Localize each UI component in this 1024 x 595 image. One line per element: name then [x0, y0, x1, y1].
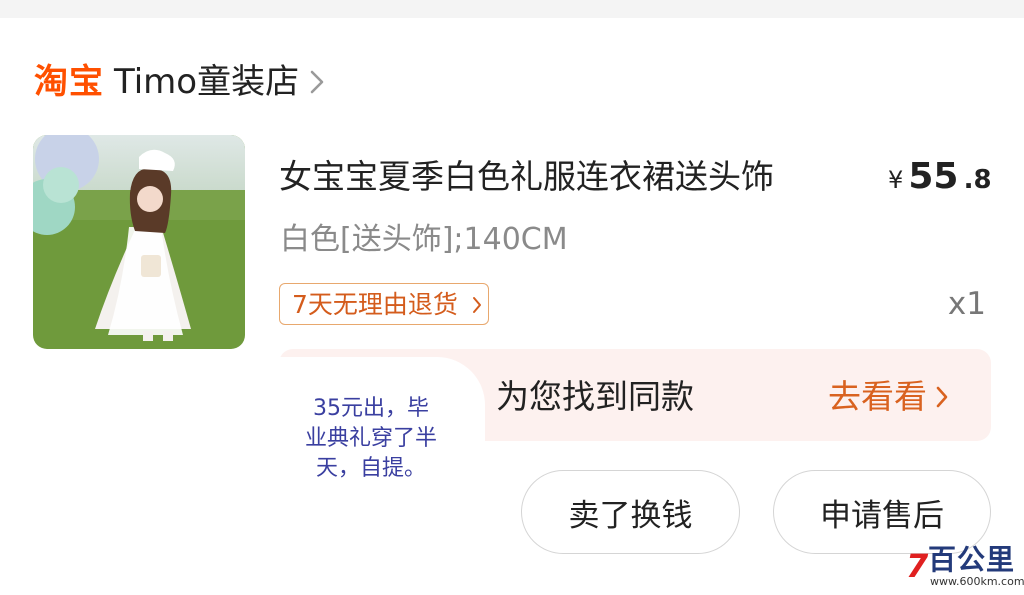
similar-items-link[interactable]: 去看看 [828, 374, 949, 420]
store-header[interactable]: 淘宝 Timo童装店 [34, 56, 329, 108]
product-price: ¥ 55 .8 [888, 152, 998, 208]
seller-note-line: 天，自提。 [315, 456, 426, 481]
watermark-name: 百公里 [928, 543, 1016, 576]
seller-note-line: 35元出，毕 [313, 396, 429, 421]
watermark-mark: 7 [906, 547, 929, 585]
sell-for-cash-button[interactable]: 卖了换钱 [521, 470, 740, 554]
product-quantity: x1 [947, 286, 986, 322]
price-integer: 55 [908, 156, 959, 197]
seller-note-line: 业典礼穿了半 [304, 426, 437, 451]
product-title[interactable]: 女宝宝夏季白色礼服连衣裙送头饰 [279, 152, 869, 202]
seller-note: 35元出，毕 业典礼穿了半 天，自提。 [286, 394, 456, 484]
return-policy-label: 7天无理由退货 [292, 290, 458, 319]
price-decimal: .8 [963, 165, 992, 195]
taobao-logo: 淘宝 [34, 62, 104, 102]
top-band [0, 0, 1024, 18]
similar-items-text: 为您找到同款 [496, 377, 694, 416]
watermark-url: www.600km.com [930, 575, 1024, 588]
store-name[interactable]: Timo童装店 [114, 65, 299, 99]
return-policy-badge[interactable]: 7天无理由退货 [279, 283, 489, 325]
after-sale-button[interactable]: 申请售后 [773, 470, 991, 554]
watermark-logo: 7 百公里 www.600km.com [906, 543, 1024, 589]
chevron-right-icon [472, 284, 482, 326]
product-variant: 白色[送头饰];140CM [280, 222, 568, 257]
price-currency: ¥ [888, 166, 904, 194]
chevron-right-icon [935, 374, 949, 420]
chevron-right-icon[interactable] [309, 67, 329, 97]
product-thumbnail[interactable] [33, 135, 245, 349]
similar-items-link-label: 去看看 [828, 377, 927, 416]
